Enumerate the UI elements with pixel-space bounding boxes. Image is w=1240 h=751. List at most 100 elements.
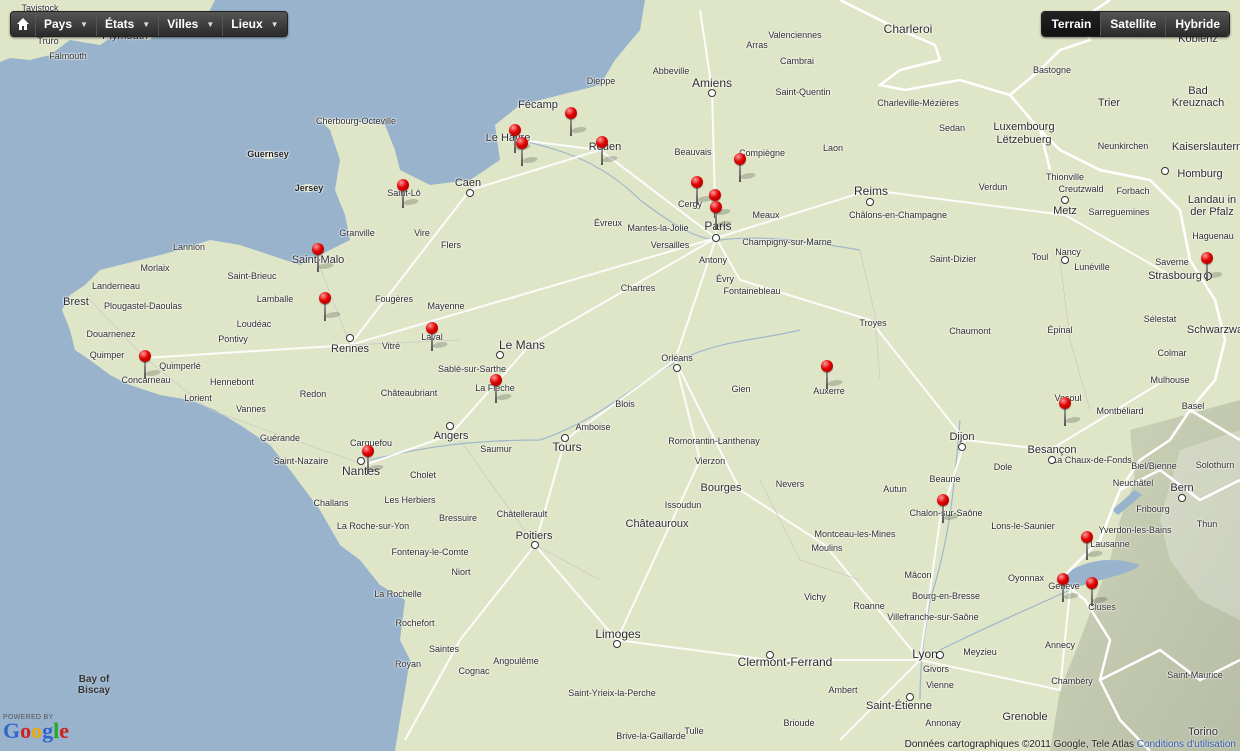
city-dot	[1061, 196, 1069, 204]
attribution-text: Données cartographiques ©2011 Google, Te…	[904, 739, 1135, 750]
city-dot	[466, 189, 474, 197]
chevron-down-icon: ▼	[80, 19, 88, 29]
marker-pin-icon	[1081, 531, 1093, 543]
map-marker[interactable]	[1200, 252, 1225, 282]
city-dot	[936, 651, 944, 659]
map-marker[interactable]	[820, 360, 845, 390]
location-filter-bar: Pays ▼ États ▼ Villes ▼ Lieux ▼	[10, 11, 288, 37]
marker-stem	[570, 118, 572, 136]
chevron-down-icon: ▼	[206, 19, 215, 29]
city-dot	[1161, 167, 1169, 175]
marker-pin-icon	[710, 201, 722, 213]
map-base	[0, 0, 1240, 751]
city-dot	[1061, 256, 1069, 264]
dropdown-etats[interactable]: États ▼	[96, 12, 160, 36]
dropdown-pays-label: Pays	[44, 17, 73, 31]
map-marker[interactable]	[564, 107, 589, 137]
marker-pin-icon	[821, 360, 833, 372]
map-marker[interactable]	[1058, 397, 1083, 427]
map-marker[interactable]	[425, 322, 450, 352]
city-dot	[766, 651, 774, 659]
marker-stem	[942, 505, 944, 523]
map-marker[interactable]	[515, 137, 540, 167]
map-marker[interactable]	[595, 136, 620, 166]
marker-stem	[324, 303, 326, 321]
map-marker[interactable]	[311, 243, 336, 273]
marker-pin-icon	[1201, 252, 1213, 264]
marker-pin-icon	[516, 137, 528, 149]
marker-stem	[495, 385, 497, 403]
map-attribution: Données cartographiques ©2011 Google, Te…	[901, 738, 1240, 751]
marker-stem	[739, 164, 741, 182]
map-marker[interactable]	[361, 445, 386, 475]
dropdown-lieux-label: Lieux	[231, 17, 263, 31]
map-marker[interactable]	[489, 374, 514, 404]
marker-pin-icon	[312, 243, 324, 255]
dropdown-villes[interactable]: Villes ▼	[159, 12, 224, 36]
city-dot	[613, 640, 621, 648]
marker-stem	[601, 147, 603, 165]
map-type-hybrid-button[interactable]: Hybride	[1166, 12, 1229, 36]
city-dot	[906, 693, 914, 701]
google-logo[interactable]: POWERED BY Google	[3, 714, 70, 743]
marker-stem	[317, 254, 319, 272]
marker-stem	[1064, 408, 1066, 426]
map-marker[interactable]	[318, 292, 343, 322]
map-marker[interactable]	[709, 201, 734, 231]
marker-stem	[521, 148, 523, 166]
marker-pin-icon	[734, 153, 746, 165]
marker-stem	[402, 190, 404, 208]
map-marker[interactable]	[936, 494, 961, 524]
marker-pin-icon	[1057, 573, 1069, 585]
chevron-down-icon: ▼	[142, 19, 151, 29]
map-canvas[interactable]: Tavistock Tavistock Plymouth Truro Falmo…	[0, 0, 1240, 751]
dropdown-pays[interactable]: Pays ▼	[36, 12, 97, 36]
city-dot	[346, 334, 354, 342]
marker-stem	[715, 212, 717, 230]
marker-stem	[1086, 542, 1088, 560]
city-dot	[673, 364, 681, 372]
city-dot	[1178, 494, 1186, 502]
map-marker[interactable]	[1080, 531, 1105, 561]
marker-stem	[1206, 263, 1208, 281]
marker-pin-icon	[937, 494, 949, 506]
marker-pin-icon	[596, 136, 608, 148]
city-dot	[446, 422, 454, 430]
map-marker[interactable]	[396, 179, 421, 209]
marker-stem	[1062, 584, 1064, 602]
chevron-down-icon: ▼	[270, 19, 279, 29]
marker-pin-icon	[397, 179, 409, 191]
google-wordmark: Google	[3, 718, 70, 743]
map-marker[interactable]	[1056, 573, 1081, 603]
home-button[interactable]	[11, 12, 36, 36]
marker-pin-icon	[426, 322, 438, 334]
marker-pin-icon	[319, 292, 331, 304]
marker-pin-icon	[565, 107, 577, 119]
marker-pin-icon	[490, 374, 502, 386]
city-dot	[561, 434, 569, 442]
map-marker[interactable]	[1085, 577, 1110, 607]
marker-pin-icon	[1086, 577, 1098, 589]
dropdown-villes-label: Villes	[167, 17, 199, 31]
map-marker[interactable]	[138, 350, 163, 380]
marker-stem	[367, 456, 369, 474]
marker-stem	[696, 187, 698, 205]
marker-pin-icon	[709, 189, 721, 201]
marker-pin-icon	[139, 350, 151, 362]
dropdown-lieux[interactable]: Lieux ▼	[223, 12, 287, 36]
dropdown-etats-label: États	[104, 17, 135, 31]
marker-pin-icon	[362, 445, 374, 457]
map-type-terrain-button[interactable]: Terrain	[1042, 12, 1102, 36]
city-dot	[866, 198, 874, 206]
marker-stem	[826, 371, 828, 389]
marker-pin-icon	[1059, 397, 1071, 409]
map-marker[interactable]	[690, 176, 715, 206]
map-type-control: Terrain Satellite Hybride	[1041, 11, 1230, 37]
marker-pin-icon	[509, 124, 521, 136]
marker-stem	[1091, 588, 1093, 606]
terms-link[interactable]: Conditions d'utilisation	[1137, 739, 1236, 750]
map-marker[interactable]	[733, 153, 758, 183]
home-icon	[17, 18, 29, 30]
city-dot	[496, 351, 504, 359]
map-type-satellite-button[interactable]: Satellite	[1101, 12, 1167, 36]
